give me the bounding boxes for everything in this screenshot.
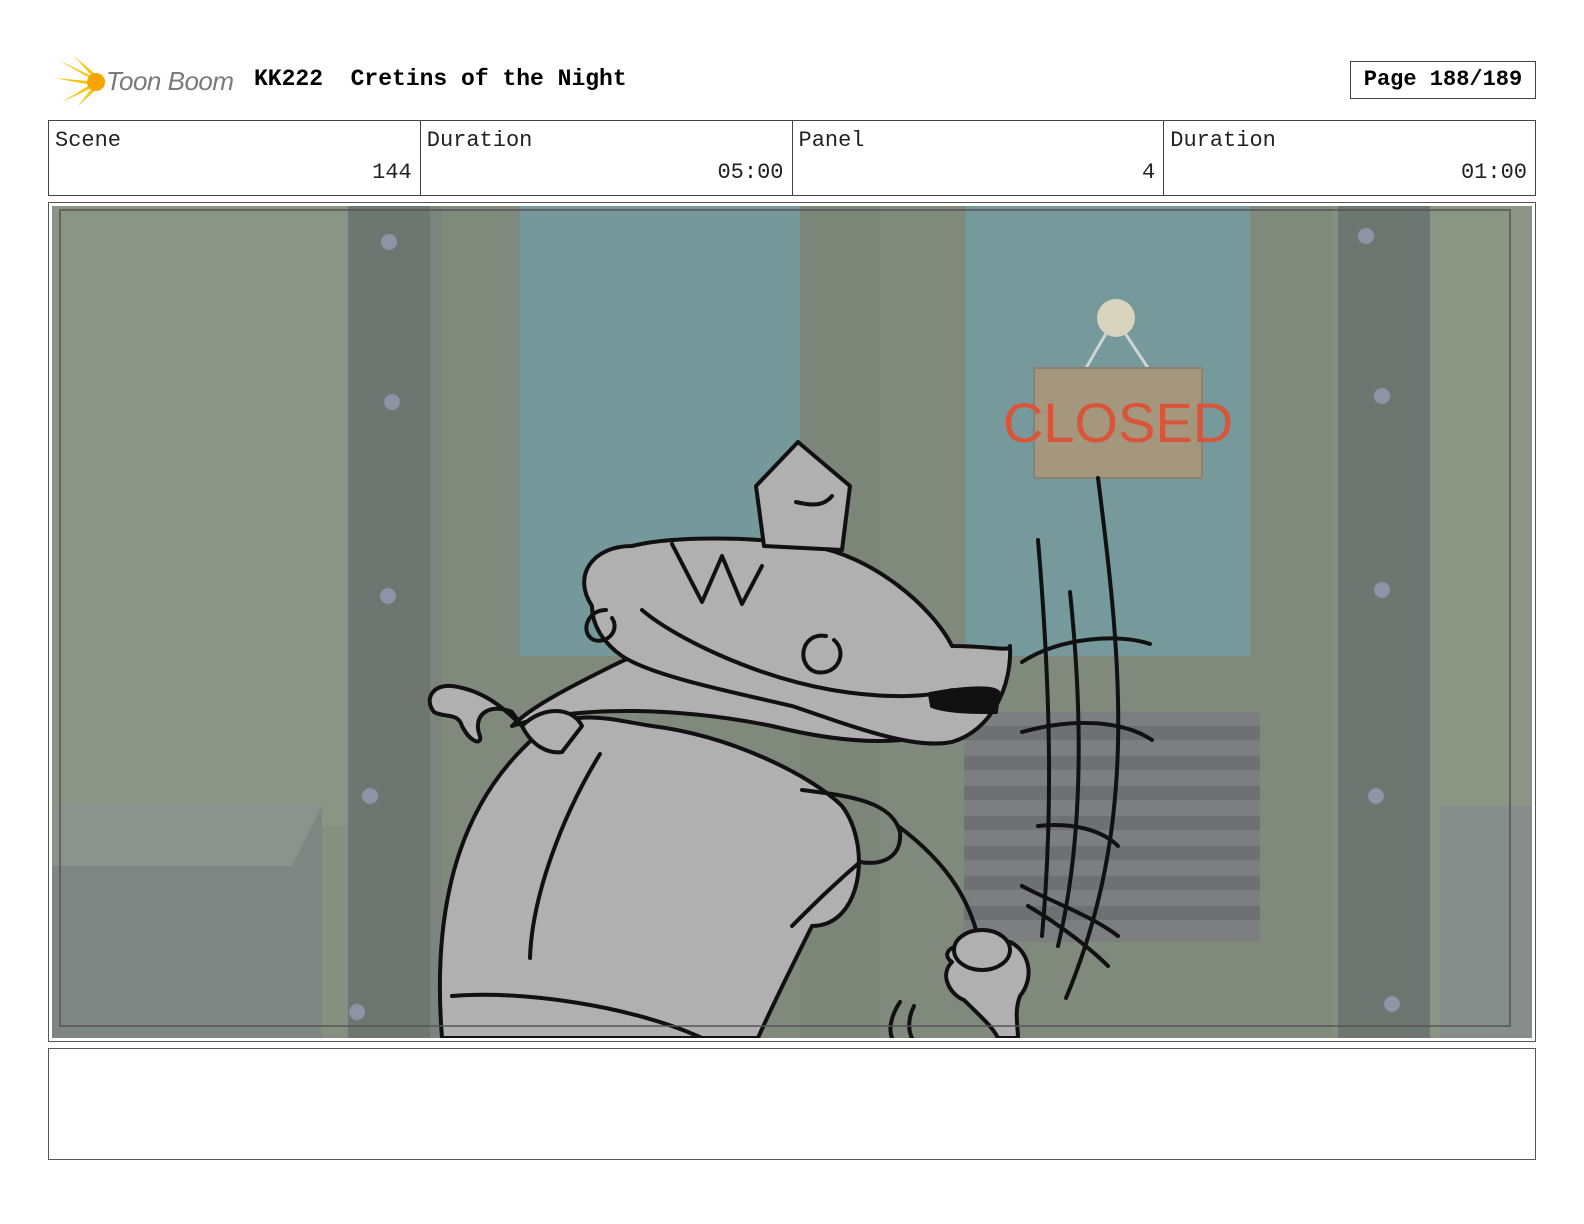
panel-label: Panel [798, 128, 865, 153]
scene-duration-label: Duration [426, 128, 533, 153]
panel-duration-value: 01:00 [1460, 160, 1527, 185]
sign-text: CLOSED [1003, 391, 1233, 454]
storyboard-panel: CLOSED [48, 202, 1536, 1042]
scene-label: Scene [55, 128, 122, 153]
page-number: Page 188/189 [1350, 61, 1536, 99]
panel-cell: Panel 4 [793, 121, 1165, 195]
toon-boom-logo: Toon Boom [52, 56, 242, 106]
scene-cell: Scene 144 [49, 121, 421, 195]
left-pillar [348, 206, 434, 1038]
scene-duration-cell: Duration 05:00 [421, 121, 793, 195]
panel-duration-label: Duration [1170, 128, 1276, 153]
notes-box [48, 1048, 1536, 1160]
scene-duration-value: 05:00 [717, 160, 784, 185]
scene-info-table: Scene 144 Duration 05:00 Panel 4 Duratio… [48, 120, 1536, 196]
storyboard-header: Toon Boom KK222 Cretins of the Night Pag… [48, 52, 1536, 108]
sunburst-icon [54, 56, 105, 106]
sign-hook [1097, 299, 1135, 337]
right-pillar [1338, 206, 1430, 1038]
panel-artwork: CLOSED [52, 206, 1532, 1038]
panel-value: 4 [1142, 160, 1156, 185]
scene-value: 144 [372, 160, 412, 185]
logo-text: Toon Boom [106, 66, 234, 96]
panel-duration-cell: Duration 01:00 [1164, 121, 1535, 195]
page-title: KK222 Cretins of the Night [254, 66, 627, 92]
